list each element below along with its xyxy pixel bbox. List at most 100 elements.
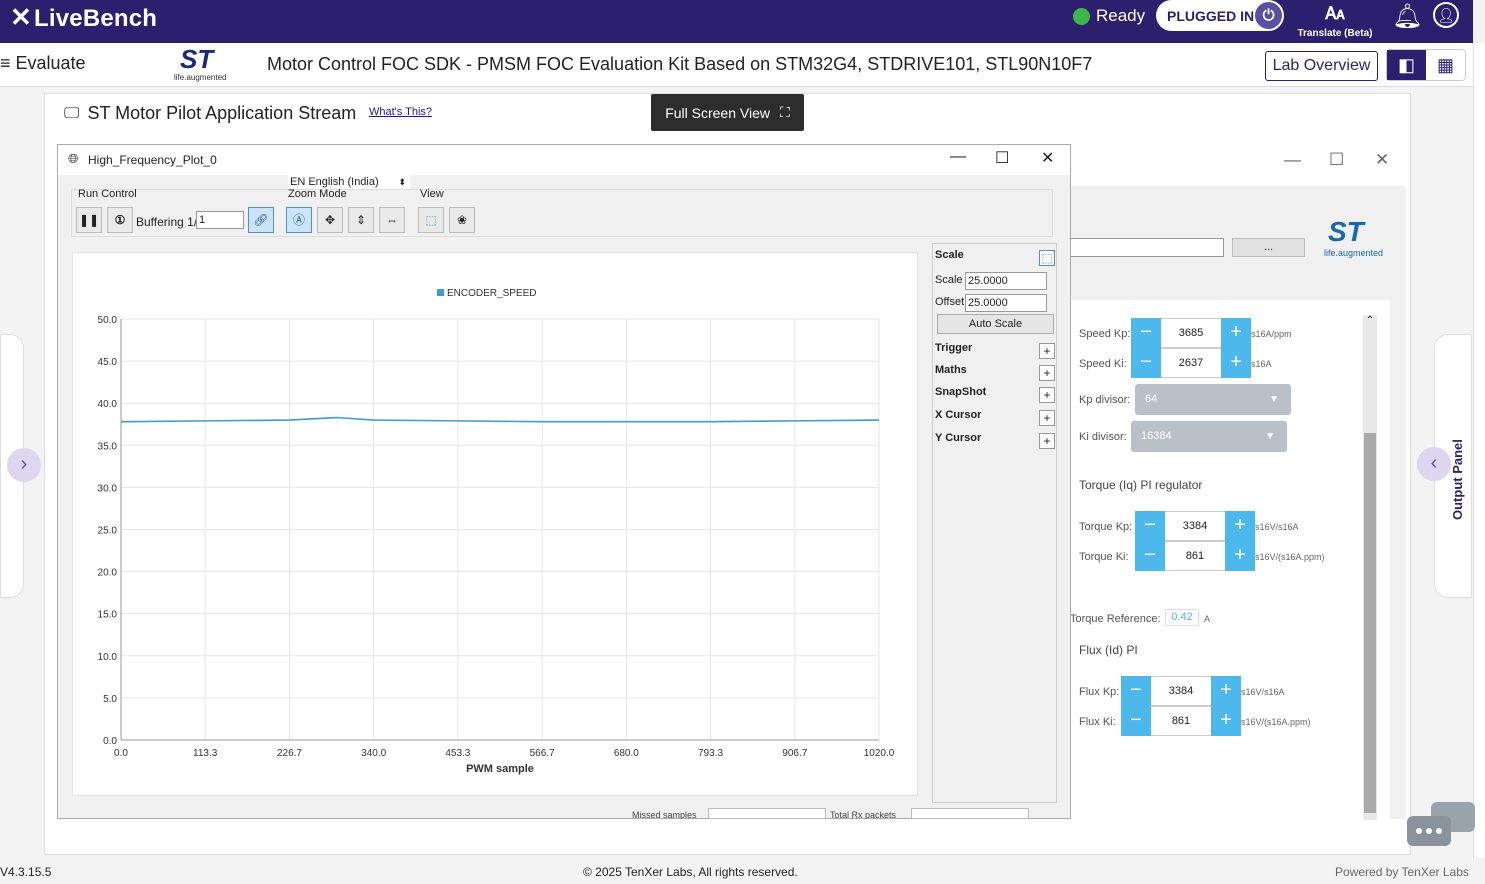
profile-icon[interactable]: 👤︎ bbox=[1433, 2, 1459, 28]
speed-kp-increment[interactable]: + bbox=[1221, 318, 1251, 348]
scale-header: Scale ⬚ bbox=[935, 249, 1055, 267]
link-icon[interactable]: 🔗︎ bbox=[248, 207, 274, 233]
y-cursor-section[interactable]: Y Cursor + bbox=[935, 432, 1055, 450]
plus-icon[interactable]: + bbox=[1039, 365, 1055, 381]
y-tick-label: 35.0 bbox=[98, 441, 118, 452]
st-logo-mark-small: ST bbox=[1328, 216, 1364, 247]
full-screen-button[interactable]: Full Screen View ⛶ bbox=[651, 94, 804, 131]
plugged-in-badge[interactable]: PLUGGED IN ⏻ bbox=[1156, 0, 1284, 31]
globe-icon: 🌐︎ bbox=[68, 151, 79, 166]
x-tick-label: 793.3 bbox=[698, 748, 723, 759]
control-panel: Speed Kp: − 3685 + s16A/ppm Speed Ki: − … bbox=[1070, 300, 1390, 820]
flux-kp-decrement[interactable]: − bbox=[1121, 676, 1151, 706]
chat-bubble-icon[interactable] bbox=[1405, 800, 1477, 852]
grid-view-icon[interactable]: ▦ bbox=[1426, 50, 1465, 80]
pan-icon[interactable]: ✥ bbox=[317, 207, 343, 233]
speed-ki-value[interactable]: 2637 bbox=[1161, 348, 1221, 378]
torque-ki-value[interactable]: 861 bbox=[1165, 541, 1225, 571]
notification-bell-icon[interactable]: 🔔︎ bbox=[1392, 2, 1422, 31]
total-rx-field[interactable] bbox=[911, 808, 1029, 819]
ki-divisor-select[interactable]: 16384 ▼ bbox=[1131, 421, 1287, 452]
maths-section[interactable]: Maths + bbox=[935, 364, 1055, 382]
plot-toolbar: Run Control Zoom Mode View ❚❚ ① Bufferin… bbox=[71, 188, 1053, 237]
plus-icon[interactable]: + bbox=[1039, 410, 1055, 426]
encoder-speed-chart[interactable]: 0.0 113.3 226.7 340.0 453.3 566.7 680.0 793.3 90… bbox=[73, 253, 919, 797]
minimize-icon[interactable]: — bbox=[1284, 150, 1301, 170]
offset-field: Offset 25.0000 bbox=[935, 294, 1047, 312]
kp-divisor-select[interactable]: 64 ▼ bbox=[1135, 384, 1291, 415]
flux-ki-increment[interactable]: + bbox=[1211, 706, 1241, 736]
missed-samples-field[interactable] bbox=[708, 808, 826, 819]
plus-icon[interactable]: + bbox=[1039, 387, 1055, 403]
auto-zoom-icon[interactable]: Ⓐ bbox=[286, 207, 312, 233]
snapshot-section[interactable]: SnapShot + bbox=[935, 386, 1055, 404]
top-bar: ✕LiveBench Ready PLUGGED IN ⏻ 🗛 Translate … bbox=[0, 0, 1473, 43]
browse-button[interactable]: ... bbox=[1232, 238, 1305, 257]
plug-icon: ⏻ bbox=[1255, 2, 1282, 29]
chevron-right-icon[interactable]: › bbox=[7, 448, 41, 482]
plus-icon[interactable]: + bbox=[1039, 343, 1055, 359]
flux-kp-increment[interactable]: + bbox=[1211, 676, 1241, 706]
close-icon[interactable]: ✕ bbox=[1375, 150, 1389, 170]
flux-ki-value[interactable]: 861 bbox=[1151, 706, 1211, 736]
y-tick-label: 50.0 bbox=[98, 315, 118, 326]
torque-kp-increment[interactable]: + bbox=[1225, 511, 1255, 541]
y-tick-label: 45.0 bbox=[98, 357, 118, 368]
page-scrollbar[interactable] bbox=[1473, 43, 1485, 858]
chart-area: 0.0 113.3 226.7 340.0 453.3 566.7 680.0 793.3 90… bbox=[72, 252, 918, 796]
x-tick-label: 113.3 bbox=[193, 748, 218, 759]
zoom-horizontal-icon[interactable]: ⇔ bbox=[379, 207, 405, 233]
flux-ki-decrement[interactable]: − bbox=[1121, 706, 1151, 736]
split-view-icon[interactable]: ◧ bbox=[1387, 50, 1426, 80]
scale-toggle-icon[interactable]: ⬚ bbox=[1039, 250, 1055, 266]
x-cursor-section[interactable]: X Cursor + bbox=[935, 409, 1055, 427]
st-logo-small: ST life.augmented bbox=[1324, 216, 1396, 266]
buffering-input[interactable]: 1 bbox=[196, 211, 244, 229]
torque-kp-value[interactable]: 3384 bbox=[1165, 511, 1225, 541]
maximize-icon[interactable]: ☐ bbox=[1329, 150, 1344, 170]
maximize-icon[interactable]: ☐ bbox=[995, 148, 1009, 168]
zoom-vertical-icon[interactable]: ⇕ bbox=[348, 207, 374, 233]
lab-overview-button[interactable]: Lab Overview bbox=[1265, 51, 1378, 81]
caret-down-icon: ▼ bbox=[1265, 431, 1275, 442]
x-axis-label: PWM sample bbox=[466, 763, 534, 775]
speed-ki-increment[interactable]: + bbox=[1221, 348, 1251, 378]
fit-view-icon[interactable]: ⬚ bbox=[418, 207, 444, 233]
sub-header: ≡ Evaluate ST life.augmented Motor Contr… bbox=[0, 43, 1473, 87]
auto-scale-button[interactable]: Auto Scale bbox=[937, 314, 1054, 334]
torque-kp-decrement[interactable]: − bbox=[1135, 511, 1165, 541]
x-tick-label: 680.0 bbox=[614, 748, 639, 759]
port-input[interactable] bbox=[1070, 238, 1224, 257]
scale-input[interactable]: 25.0000 bbox=[965, 272, 1047, 290]
offset-input[interactable]: 25.0000 bbox=[965, 294, 1047, 312]
pause-icon[interactable]: ❚❚ bbox=[76, 207, 102, 233]
chevron-left-icon[interactable]: ‹ bbox=[1417, 447, 1451, 481]
torque-ki-decrement[interactable]: − bbox=[1135, 541, 1165, 571]
speed-ki-decrement[interactable]: − bbox=[1131, 348, 1161, 378]
snail-icon[interactable]: ❀ bbox=[449, 207, 475, 233]
whats-this-link[interactable]: What's This? bbox=[369, 106, 432, 118]
legend-label: ENCODER_SPEED bbox=[447, 288, 536, 299]
evaluate-menu[interactable]: ≡ Evaluate bbox=[0, 53, 86, 74]
single-shot-icon[interactable]: ① bbox=[107, 207, 133, 233]
control-scrollbar[interactable]: ⌃ bbox=[1363, 315, 1377, 820]
product-title: Motor Control FOC SDK - PMSM FOC Evaluat… bbox=[267, 54, 1093, 74]
translate-button[interactable]: 🗛 Translate (Beta) bbox=[1294, 0, 1376, 40]
flux-kp-value[interactable]: 3384 bbox=[1151, 676, 1211, 706]
y-tick-label: 20.0 bbox=[98, 568, 118, 579]
minimize-icon[interactable]: — bbox=[950, 148, 966, 166]
torque-ki-increment[interactable]: + bbox=[1225, 541, 1255, 571]
scroll-thumb[interactable] bbox=[1364, 433, 1376, 813]
plot-window: 🌐︎ High_Frequency_Plot_0 — ☐ ✕ EN Englis… bbox=[57, 144, 1071, 819]
speed-kp-value[interactable]: 3685 bbox=[1161, 318, 1221, 348]
speed-kp-decrement[interactable]: − bbox=[1131, 318, 1161, 348]
chevron-up-icon[interactable]: ⌃ bbox=[1363, 315, 1377, 329]
close-icon[interactable]: ✕ bbox=[1041, 148, 1054, 168]
trigger-section[interactable]: Trigger + bbox=[935, 342, 1055, 360]
series-line-encoder-speed bbox=[120, 416, 880, 423]
livebench-logo[interactable]: ✕LiveBench bbox=[10, 2, 157, 33]
torque-reference-input[interactable]: 0.42 bbox=[1165, 609, 1199, 626]
output-panel-label[interactable]: Output Panel bbox=[1450, 420, 1470, 520]
caret-down-icon: ▼ bbox=[1269, 394, 1279, 405]
plus-icon[interactable]: + bbox=[1039, 433, 1055, 449]
